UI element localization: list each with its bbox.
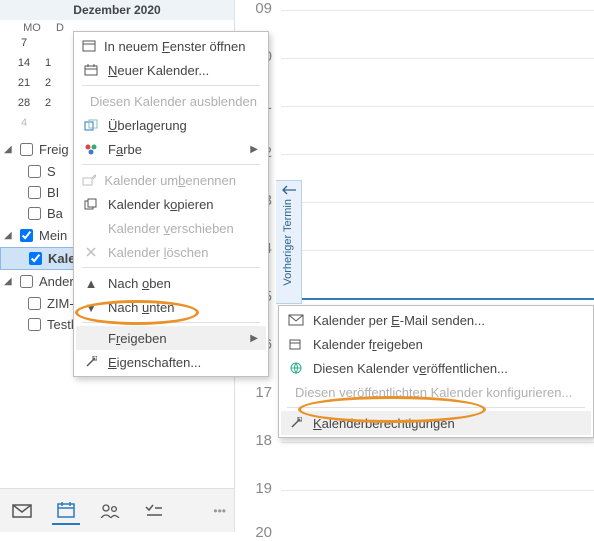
nav-bar: ••• — [0, 488, 234, 532]
submenu-arrow-icon: ▶ — [250, 144, 258, 155]
menu-label: Kalender löschen — [108, 245, 208, 260]
previous-appointment-label: Vorheriger Termin — [283, 199, 294, 286]
menu-share[interactable]: Freigeben ▶ — [76, 326, 266, 350]
mini-day[interactable]: 4 — [14, 116, 34, 132]
mini-day[interactable]: 21 — [14, 76, 34, 92]
menu-overlay[interactable]: Überlagerung — [76, 113, 266, 137]
menu-move: Kalender verschieben — [76, 216, 266, 240]
send-mail-icon — [287, 314, 305, 326]
hour-label: 20 — [242, 524, 272, 541]
menu-move-down[interactable]: ▼ Nach unten — [76, 295, 266, 319]
cal-label: BI — [47, 185, 59, 200]
dow-mo: MO — [18, 22, 46, 34]
menu-label: In neuem Fenster öffnen — [104, 39, 245, 54]
dow-di: D — [46, 22, 74, 34]
menu-configure-published: Diesen veröffentlichten Kalender konfigu… — [281, 380, 591, 404]
menu-label: Farbe — [108, 142, 142, 157]
menu-label: Kalender verschieben — [108, 221, 234, 236]
menu-label: Nach unten — [108, 300, 175, 315]
menu-calendar-permissions[interactable]: Kalenderberechtigungen — [281, 411, 591, 435]
group-label: Freig — [39, 142, 69, 157]
tasks-icon[interactable] — [140, 497, 168, 525]
menu-label: Freigeben — [108, 331, 167, 346]
hour-label: 18 — [242, 432, 272, 449]
group-checkbox[interactable] — [20, 229, 33, 242]
cal-checkbox[interactable] — [28, 165, 41, 178]
open-window-icon — [82, 40, 96, 52]
more-icon[interactable]: ••• — [213, 504, 226, 518]
collapse-icon: ◢ — [4, 276, 16, 287]
properties-icon — [287, 417, 305, 429]
menu-label: Kalender kopieren — [108, 197, 214, 212]
menu-copy[interactable]: Kalender kopieren — [76, 192, 266, 216]
menu-delete: Kalender löschen — [76, 240, 266, 264]
arrow-left-icon — [282, 185, 296, 195]
people-icon[interactable] — [96, 497, 124, 525]
menu-label: Nach oben — [108, 276, 171, 291]
menu-publish-calendar[interactable]: Diesen Kalender veröffentlichen... — [281, 356, 591, 380]
menu-send-email[interactable]: Kalender per E-Mail senden... — [281, 308, 591, 332]
share-calendar-icon — [287, 338, 305, 350]
menu-open-new-window[interactable]: In neuem Fenster öffnen — [76, 34, 266, 58]
group-checkbox[interactable] — [20, 275, 33, 288]
share-submenu: Kalender per E-Mail senden... Kalender f… — [278, 305, 594, 438]
cal-label: Ba — [47, 206, 63, 221]
previous-appointment-tab[interactable]: Vorheriger Termin — [276, 180, 302, 304]
now-line — [278, 298, 594, 300]
hour-label: 09 — [242, 0, 272, 17]
menu-move-up[interactable]: ▲ Nach oben — [76, 271, 266, 295]
publish-icon — [287, 362, 305, 374]
menu-share-calendar[interactable]: Kalender freigeben — [281, 332, 591, 356]
menu-color[interactable]: Farbe ▶ — [76, 137, 266, 161]
cal-checkbox[interactable] — [29, 252, 42, 265]
month-header[interactable]: Dezember 2020 — [0, 0, 234, 20]
mini-day[interactable]: 14 — [14, 56, 34, 72]
cal-checkbox[interactable] — [28, 318, 41, 331]
collapse-icon: ◢ — [4, 144, 16, 155]
group-label: Mein — [39, 228, 67, 243]
menu-label: Kalender umbenennen — [104, 173, 236, 188]
mini-day[interactable]: 28 — [14, 96, 34, 112]
menu-hide-calendar: Diesen Kalender ausblenden — [76, 89, 266, 113]
menu-label: Kalender per E-Mail senden... — [313, 313, 485, 328]
menu-label: Diesen Kalender ausblenden — [90, 94, 257, 109]
group-checkbox[interactable] — [20, 143, 33, 156]
cal-checkbox[interactable] — [28, 207, 41, 220]
menu-label: Kalender freigeben — [313, 337, 423, 352]
cal-checkbox[interactable] — [28, 297, 41, 310]
calendar-new-icon — [82, 64, 100, 76]
menu-label: Eigenschaften... — [108, 355, 201, 370]
submenu-arrow-icon: ▶ — [250, 333, 258, 344]
calendar-icon[interactable] — [52, 497, 80, 525]
menu-label: Kalenderberechtigungen — [313, 416, 455, 431]
mini-day[interactable]: 2 — [38, 76, 58, 92]
menu-label: Neuer Kalender... — [108, 63, 209, 78]
hour-label: 19 — [242, 480, 272, 497]
menu-properties[interactable]: Eigenschaften... — [76, 350, 266, 374]
menu-label: Überlagerung — [108, 118, 187, 133]
cal-checkbox[interactable] — [28, 186, 41, 199]
color-icon — [82, 143, 100, 155]
overlay-icon — [82, 119, 100, 131]
menu-label: Diesen Kalender veröffentlichen... — [313, 361, 508, 376]
menu-label: Diesen veröffentlichten Kalender konfigu… — [295, 385, 572, 400]
delete-icon — [82, 246, 100, 258]
mail-icon[interactable] — [8, 497, 36, 525]
menu-new-calendar[interactable]: Neuer Kalender... — [76, 58, 266, 82]
collapse-icon: ◢ — [4, 230, 16, 241]
mini-day[interactable]: 2 — [38, 96, 58, 112]
hour-label: 17 — [242, 384, 272, 401]
copy-icon — [82, 198, 100, 210]
properties-icon — [82, 356, 100, 368]
cal-label: S — [47, 164, 56, 179]
arrow-down-icon: ▼ — [82, 300, 100, 315]
mini-day[interactable]: 7 — [14, 36, 34, 52]
rename-icon — [82, 174, 96, 186]
mini-day[interactable]: 1 — [38, 56, 58, 72]
arrow-up-icon: ▲ — [82, 276, 100, 291]
menu-rename: Kalender umbenennen — [76, 168, 266, 192]
calendar-context-menu: In neuem Fenster öffnen Neuer Kalender..… — [73, 31, 269, 377]
